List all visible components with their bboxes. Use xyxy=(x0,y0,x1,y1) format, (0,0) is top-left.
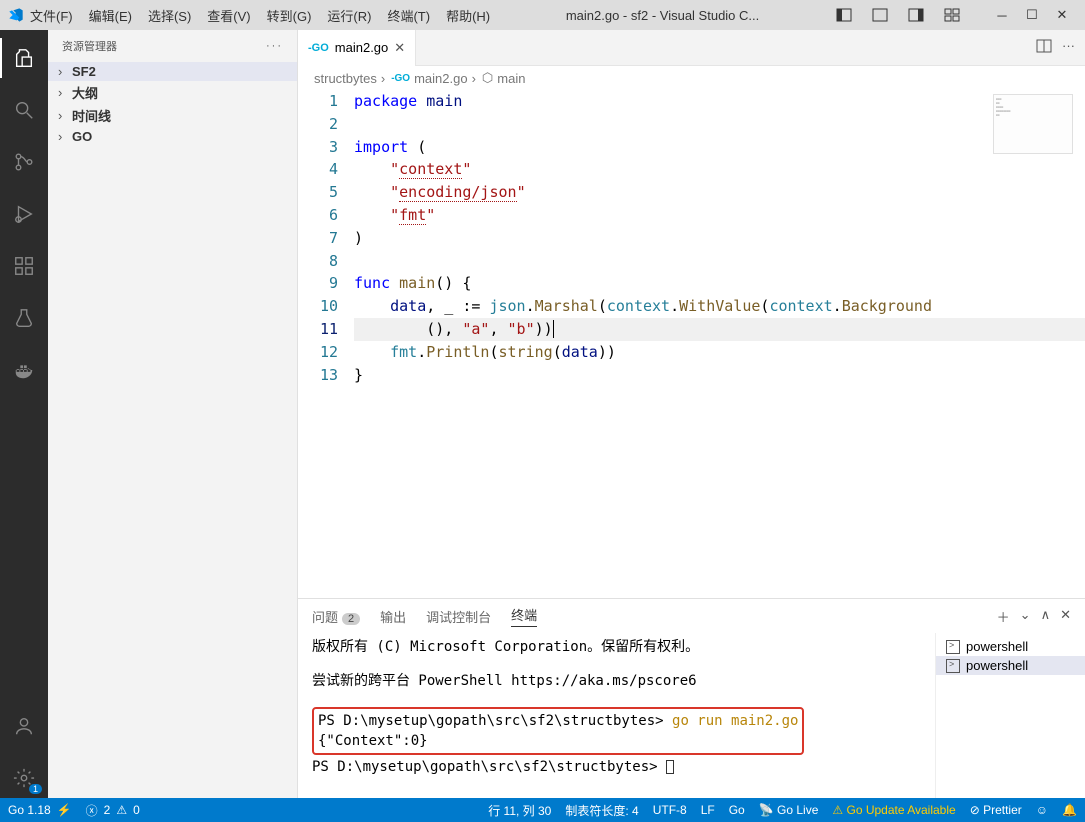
status-indent[interactable]: 制表符长度: 4 xyxy=(565,802,638,819)
tree-item-outline[interactable]: ›大纲 xyxy=(48,81,297,104)
menu-terminal[interactable]: 终端(T) xyxy=(381,4,436,27)
package-icon: ⬡ xyxy=(482,70,493,86)
activity-debug[interactable] xyxy=(0,194,48,234)
window-title: main2.go - sf2 - Visual Studio C... xyxy=(496,8,829,23)
panel-dropdown-icon[interactable]: ⌄ xyxy=(1020,607,1031,626)
activity-explorer[interactable] xyxy=(0,38,48,78)
menu-file[interactable]: 文件(F) xyxy=(24,4,79,27)
terminal-entry[interactable]: powershell xyxy=(936,656,1085,675)
sidebar-header: 资源管理器 ··· xyxy=(48,30,297,62)
status-go-version[interactable]: Go 1.18⚡ xyxy=(8,803,72,817)
breadcrumb-folder[interactable]: structbytes › xyxy=(314,71,385,86)
activity-scm[interactable] xyxy=(0,142,48,182)
vscode-logo xyxy=(8,7,24,23)
breadcrumb-symbol[interactable]: ⬡main xyxy=(482,70,526,86)
terminal-line: 尝试新的跨平台 PowerShell https://aka.ms/pscore… xyxy=(312,671,921,691)
tree-label: 大纲 xyxy=(72,83,98,102)
line-gutter: 12345678910111213 xyxy=(298,90,354,598)
menu-bar: 文件(F) 编辑(E) 选择(S) 查看(V) 转到(G) 运行(R) 终端(T… xyxy=(24,4,496,27)
powershell-icon xyxy=(946,659,960,673)
tree-label: SF2 xyxy=(72,64,96,79)
terminal-list: powershell powershell xyxy=(935,633,1085,798)
sidebar-tree: ›SF2 ›大纲 ›时间线 ›GO xyxy=(48,62,297,798)
editor-area: -GO main2.go ✕ ··· structbytes › -GOmain… xyxy=(298,30,1085,798)
terminal-line: PS D:\mysetup\gopath\src\sf2\structbytes… xyxy=(312,757,921,777)
panel-tab-terminal[interactable]: 终端 xyxy=(511,605,537,627)
menu-select[interactable]: 选择(S) xyxy=(142,4,197,27)
layout-grid-icon[interactable] xyxy=(937,1,967,29)
cancel-icon: ⊘ xyxy=(970,803,980,817)
error-icon: ⓧ xyxy=(86,802,98,819)
tree-item-timeline[interactable]: ›时间线 xyxy=(48,104,297,127)
powershell-icon xyxy=(946,640,960,654)
status-bar: Go 1.18⚡ ⓧ2⚠0 行 11, 列 30 制表符长度: 4 UTF-8 … xyxy=(0,798,1085,822)
tree-item-sf2[interactable]: ›SF2 xyxy=(48,62,297,81)
code-lines[interactable]: package main import ( "context" "encodin… xyxy=(354,90,1085,598)
menu-goto[interactable]: 转到(G) xyxy=(261,4,318,27)
terminal-line: 版权所有 (C) Microsoft Corporation。保留所有权利。 xyxy=(312,637,921,657)
status-encoding[interactable]: UTF-8 xyxy=(653,803,687,817)
close-button[interactable]: ✕ xyxy=(1047,1,1077,29)
tab-bar: -GO main2.go ✕ ··· xyxy=(298,30,1085,66)
maximize-button[interactable]: ☐ xyxy=(1017,1,1047,29)
panel-tabs: 问题2 输出 调试控制台 终端 ＋ ⌄ ∧ ✕ xyxy=(298,599,1085,633)
warning-icon: ⚠ xyxy=(116,803,127,817)
layout-left-icon[interactable] xyxy=(829,1,859,29)
panel-tab-output[interactable]: 输出 xyxy=(380,607,406,626)
lightning-icon: ⚡ xyxy=(57,803,72,817)
status-golive[interactable]: 📡 Go Live xyxy=(759,803,819,817)
activity-search[interactable] xyxy=(0,90,48,130)
terminal-highlight-box: PS D:\mysetup\gopath\src\sf2\structbytes… xyxy=(312,707,804,755)
status-go-update[interactable]: ⚠ Go Update Available xyxy=(832,803,955,817)
status-problems[interactable]: ⓧ2⚠0 xyxy=(86,802,140,819)
status-feedback-icon[interactable]: ☺ xyxy=(1036,803,1048,817)
menu-help[interactable]: 帮助(H) xyxy=(440,4,496,27)
menu-view[interactable]: 查看(V) xyxy=(201,4,256,27)
breadcrumb-file[interactable]: -GOmain2.go › xyxy=(391,71,476,86)
terminal[interactable]: 版权所有 (C) Microsoft Corporation。保留所有权利。 尝… xyxy=(298,633,935,798)
panel: 问题2 输出 调试控制台 终端 ＋ ⌄ ∧ ✕ 版权所有 (C) Microso… xyxy=(298,598,1085,798)
editor-more-icon[interactable]: ··· xyxy=(1062,38,1075,57)
tree-label: GO xyxy=(72,129,92,144)
status-bell-icon[interactable]: 🔔 xyxy=(1062,803,1077,817)
status-prettier[interactable]: ⊘ Prettier xyxy=(970,803,1022,817)
layout-right-icon[interactable] xyxy=(901,1,931,29)
layout-icons xyxy=(829,1,967,29)
status-language[interactable]: Go xyxy=(729,803,745,817)
split-editor-icon[interactable] xyxy=(1036,38,1052,57)
minimize-button[interactable]: ─ xyxy=(987,1,1017,29)
panel-close-icon[interactable]: ✕ xyxy=(1060,607,1071,626)
terminal-entry[interactable]: powershell xyxy=(936,637,1085,656)
minimap[interactable]: ▬▬▬▬▬▬▬▬▬▬▬▬▬▬▬▬▬▬▬ xyxy=(993,94,1073,154)
sidebar-title: 资源管理器 xyxy=(62,38,117,54)
code-editor[interactable]: 12345678910111213 package main import ( … xyxy=(298,90,1085,598)
titlebar: 文件(F) 编辑(E) 选择(S) 查看(V) 转到(G) 运行(R) 终端(T… xyxy=(0,0,1085,30)
layout-bottom-icon[interactable] xyxy=(865,1,895,29)
activity-docker[interactable] xyxy=(0,350,48,390)
panel-tab-debug[interactable]: 调试控制台 xyxy=(426,607,491,626)
tree-label: 时间线 xyxy=(72,106,111,125)
tab-filename: main2.go xyxy=(335,40,388,55)
activity-bar: 1 xyxy=(0,30,48,798)
breadcrumb[interactable]: structbytes › -GOmain2.go › ⬡main xyxy=(298,66,1085,90)
panel-tab-problems[interactable]: 问题2 xyxy=(312,607,360,626)
sidebar: 资源管理器 ··· ›SF2 ›大纲 ›时间线 ›GO xyxy=(48,30,298,798)
activity-testing[interactable] xyxy=(0,298,48,338)
activity-extensions[interactable] xyxy=(0,246,48,286)
broadcast-icon: 📡 xyxy=(759,803,774,817)
menu-edit[interactable]: 编辑(E) xyxy=(83,4,138,27)
tree-item-go[interactable]: ›GO xyxy=(48,127,297,146)
tab-close-icon[interactable]: ✕ xyxy=(394,40,405,56)
menu-run[interactable]: 运行(R) xyxy=(321,4,377,27)
activity-account[interactable] xyxy=(0,706,48,746)
editor-tab[interactable]: -GO main2.go ✕ xyxy=(298,30,416,66)
status-eol[interactable]: LF xyxy=(701,803,715,817)
panel-maximize-icon[interactable]: ∧ xyxy=(1041,607,1051,626)
go-file-icon: -GO xyxy=(308,42,329,54)
activity-settings[interactable]: 1 xyxy=(0,758,48,798)
sidebar-more-icon[interactable]: ··· xyxy=(266,40,283,52)
panel-new-icon[interactable]: ＋ xyxy=(997,607,1010,626)
status-cursor-pos[interactable]: 行 11, 列 30 xyxy=(488,802,551,819)
